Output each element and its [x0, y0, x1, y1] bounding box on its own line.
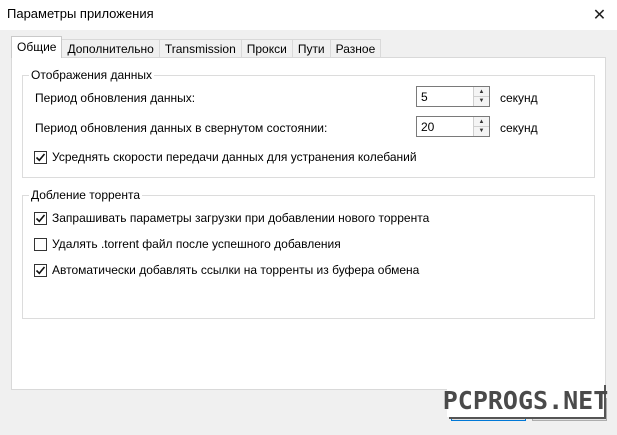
arrow-down-icon[interactable]: ▼: [474, 126, 489, 135]
refresh-period-spinbox[interactable]: 5 ▲ ▼: [416, 86, 490, 107]
tab-strip: Общие Дополнительно Transmission Прокси …: [11, 36, 382, 58]
display-settings-group: Отображения данных Период обновления дан…: [22, 68, 595, 178]
close-icon: ✕: [592, 7, 607, 24]
group-title: Отображения данных: [29, 68, 155, 82]
window-title: Параметры приложения: [7, 6, 154, 21]
delete-torrent-file-label: Удалять .torrent файл после успешного до…: [52, 237, 341, 251]
title-bar: Параметры приложения ✕: [0, 0, 617, 30]
smooth-speed-checkbox[interactable]: Усреднять скорости передачи данных для у…: [34, 150, 417, 164]
checkbox-box[interactable]: [34, 263, 47, 277]
refresh-period-unit: секунд: [500, 91, 538, 105]
refresh-period-value: 5: [421, 90, 428, 104]
ask-params-label: Запрашивать параметры загрузки при добав…: [52, 211, 430, 225]
torrent-add-group: Добление торрента Запрашивать параметры …: [22, 188, 595, 319]
tab-transmission[interactable]: Transmission: [158, 39, 242, 58]
close-button[interactable]: ✕: [582, 0, 617, 30]
minimized-period-unit: секунд: [500, 121, 538, 135]
checkbox-box[interactable]: [34, 150, 47, 164]
checkmark-icon: [35, 265, 46, 274]
minimized-period-label: Период обновления данных в свернутом сос…: [35, 121, 328, 135]
checkbox-box[interactable]: [34, 237, 47, 251]
tab-panel-general: Отображения данных Период обновления дан…: [11, 57, 606, 390]
dialog-body: Общие Дополнительно Transmission Прокси …: [0, 30, 617, 435]
checkbox-box[interactable]: [34, 211, 47, 225]
clipboard-links-checkbox[interactable]: Автоматически добавлять ссылки на торрен…: [34, 263, 419, 277]
minimized-period-spinbox[interactable]: 20 ▲ ▼: [416, 116, 490, 137]
spin-buttons: ▲ ▼: [473, 117, 489, 136]
spin-buttons: ▲ ▼: [473, 87, 489, 106]
refresh-period-label: Период обновления данных:: [35, 91, 196, 105]
smooth-speed-label: Усреднять скорости передачи данных для у…: [52, 150, 417, 164]
clipboard-links-label: Автоматически добавлять ссылки на торрен…: [52, 263, 420, 277]
tab-advanced[interactable]: Дополнительно: [61, 39, 160, 58]
group-title: Добление торрента: [29, 188, 143, 202]
arrow-down-icon[interactable]: ▼: [474, 96, 489, 105]
tab-proxy[interactable]: Прокси: [240, 39, 293, 58]
minimized-period-value: 20: [421, 120, 435, 134]
tab-misc[interactable]: Разное: [329, 39, 382, 58]
tab-general[interactable]: Общие: [11, 36, 63, 58]
checkmark-icon: [35, 213, 46, 222]
ask-params-checkbox[interactable]: Запрашивать параметры загрузки при добав…: [34, 211, 429, 225]
checkmark-icon: [35, 152, 46, 161]
tab-paths[interactable]: Пути: [291, 39, 331, 58]
watermark-logo: PCPROGS.NET: [443, 383, 608, 417]
delete-torrent-file-checkbox[interactable]: Удалять .torrent файл после успешного до…: [34, 237, 341, 251]
